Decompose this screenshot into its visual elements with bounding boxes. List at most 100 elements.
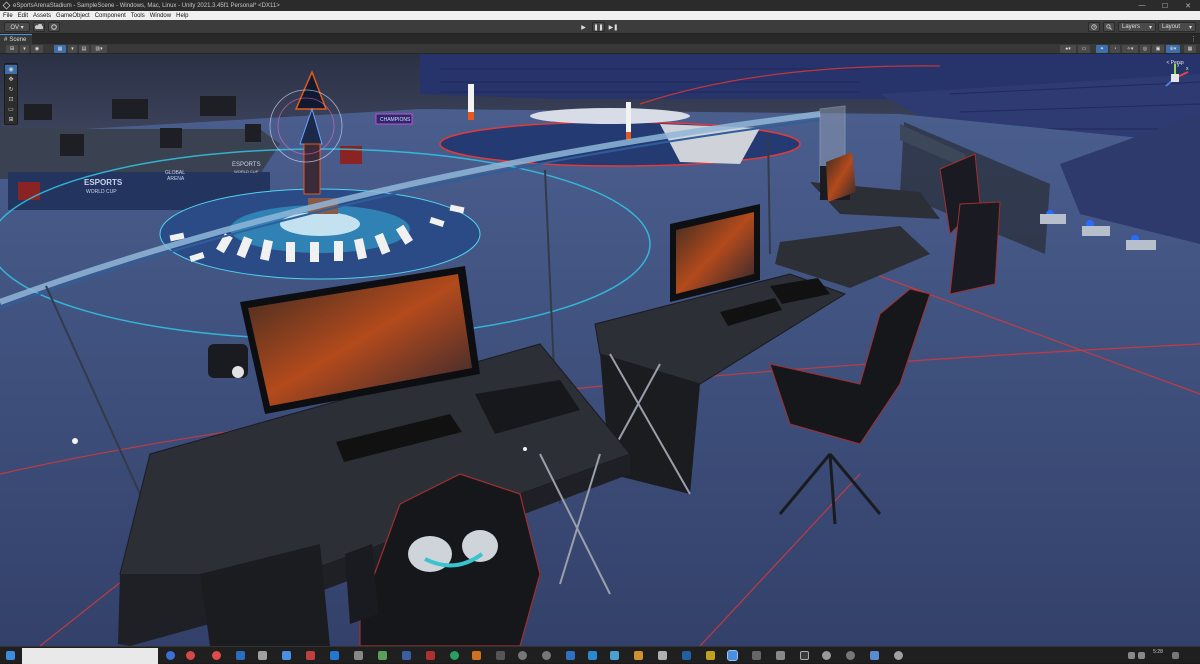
transform-handle-icon[interactable]: ⊞ — [6, 45, 18, 53]
unity-app-icon[interactable] — [727, 650, 738, 661]
orientation-gizmo[interactable]: y x < Persp — [1158, 60, 1192, 104]
menu-edit[interactable]: Edit — [18, 13, 28, 19]
unity-logo-icon — [2, 1, 11, 10]
history-icon[interactable] — [1088, 22, 1100, 32]
play-button[interactable]: ▶ — [577, 22, 590, 32]
network-icon[interactable] — [1128, 652, 1135, 659]
hidden-objects-icon[interactable]: ◎ — [1140, 45, 1150, 53]
scene-toolbar: ⊞ ▾ ◉ ▦ ▾ ▤ ▥▾ ●▾ ▭ ✦ ◔ ✧▾ ◎ ▣ ⊕▾ ▦ — [0, 44, 1200, 54]
pause-button[interactable]: ❚❚ — [592, 22, 605, 32]
app-icon[interactable] — [822, 651, 831, 660]
2d-toggle-icon[interactable]: ▭ — [1078, 45, 1090, 53]
menu-window[interactable]: Window — [150, 13, 171, 19]
scene-options-icon[interactable]: ▦ — [1184, 45, 1196, 53]
menu-bar: File Edit Assets GameObject Component To… — [0, 11, 1200, 20]
more-options-icon[interactable]: ⋮ — [1190, 35, 1197, 43]
banner-right-sub: WORLD CUP — [234, 169, 259, 174]
global-icon[interactable]: ◉ — [31, 45, 43, 53]
app-icon[interactable] — [166, 651, 175, 660]
app-icon[interactable] — [330, 651, 339, 660]
menu-assets[interactable]: Assets — [33, 13, 51, 19]
maximize-button[interactable]: ☐ — [1154, 0, 1176, 11]
app-icon[interactable] — [542, 651, 551, 660]
volume-icon[interactable] — [1138, 652, 1145, 659]
notification-icon[interactable] — [1172, 652, 1179, 659]
collab-icon[interactable] — [48, 22, 60, 32]
app-icon[interactable] — [402, 651, 411, 660]
app-icon[interactable] — [752, 651, 761, 660]
scene-tab-bar: # Scene ⋮ — [0, 34, 1200, 44]
taskbar-search-thumbnail[interactable] — [22, 648, 158, 664]
app-icon[interactable] — [634, 651, 643, 660]
scene-viewport[interactable]: ESPORTS WORLD CUP GLOBAL ARENA ESPORTS W… — [0, 54, 1200, 646]
app-icon[interactable] — [282, 651, 291, 660]
app-icon[interactable] — [496, 651, 505, 660]
view-tool-icon[interactable]: ◉ — [5, 65, 17, 74]
grid-snap-icon[interactable]: ▦ — [54, 45, 66, 53]
increment-snap-icon[interactable]: ▥▾ — [91, 45, 107, 53]
app-icon[interactable] — [894, 651, 903, 660]
rect-tool-icon[interactable]: ▭ — [5, 105, 17, 114]
app-icon[interactable] — [472, 651, 481, 660]
gizmos-icon[interactable]: ⊕▾ — [1166, 45, 1180, 53]
cloud-icon[interactable] — [33, 22, 45, 32]
menu-tools[interactable]: Tools — [131, 13, 145, 19]
app-icon[interactable] — [682, 651, 691, 660]
lighting-icon[interactable]: ✦ — [1096, 45, 1108, 53]
hash-icon: # — [4, 36, 8, 43]
rotate-tool-icon[interactable]: ↻ — [5, 85, 17, 94]
banner-left-title: ESPORTS — [84, 178, 123, 187]
banner-left-sub: WORLD CUP — [86, 189, 117, 195]
close-button[interactable]: ✕ — [1177, 0, 1199, 11]
app-icon[interactable] — [450, 651, 459, 660]
tab-scene[interactable]: # Scene — [0, 34, 33, 44]
app-icon[interactable] — [706, 651, 715, 660]
pivot-icon[interactable]: ▾ — [20, 45, 29, 53]
os-taskbar: 5:28 — [0, 646, 1200, 664]
audio-icon[interactable]: ◔ — [1110, 45, 1120, 53]
app-icon[interactable] — [566, 651, 575, 660]
menu-gameobject[interactable]: GameObject — [56, 13, 90, 19]
scene-render: ESPORTS WORLD CUP GLOBAL ARENA ESPORTS W… — [0, 54, 1200, 646]
layout-dropdown[interactable]: Layout ▾ — [1158, 22, 1196, 32]
camera-icon[interactable]: ▣ — [1152, 45, 1164, 53]
draw-mode-icon[interactable]: ●▾ — [1060, 45, 1076, 53]
app-icon[interactable] — [846, 651, 855, 660]
app-icon[interactable] — [212, 651, 221, 660]
app-icon[interactable] — [186, 651, 195, 660]
gizmo-axis-y: y — [1177, 62, 1180, 68]
gizmo-axis-x: x — [1186, 66, 1189, 72]
banner-right-title: ESPORTS — [232, 162, 261, 168]
start-icon[interactable] — [6, 651, 15, 660]
menu-component[interactable]: Component — [95, 13, 126, 19]
app-icon[interactable] — [426, 651, 435, 660]
move-tool-icon[interactable]: ✥ — [5, 75, 17, 84]
app-icon[interactable] — [610, 651, 619, 660]
grid-dropdown-icon[interactable]: ▾ — [68, 45, 77, 53]
app-icon[interactable] — [776, 651, 785, 660]
app-icon[interactable] — [354, 651, 363, 660]
app-icon[interactable] — [800, 651, 809, 660]
app-icon[interactable] — [258, 651, 267, 660]
taskbar-clock[interactable]: 5:28 — [1148, 649, 1168, 655]
minimize-button[interactable]: — — [1131, 0, 1153, 11]
snap-icon[interactable]: ▤ — [79, 45, 89, 53]
app-icon[interactable] — [870, 651, 879, 660]
app-icon[interactable] — [518, 651, 527, 660]
layers-dropdown[interactable]: Layers ▾ — [1118, 22, 1156, 32]
step-button[interactable]: ▶❚ — [607, 22, 620, 32]
search-icon[interactable] — [1103, 22, 1115, 32]
transform-tool-icon[interactable]: ⊞ — [5, 115, 17, 124]
app-icon[interactable] — [378, 651, 387, 660]
scene-tool-palette: ◉ ✥ ↻ ⊡ ▭ ⊞ — [4, 63, 18, 125]
menu-help[interactable]: Help — [176, 13, 188, 19]
app-icon[interactable] — [658, 651, 667, 660]
effects-icon[interactable]: ✧▾ — [1122, 45, 1138, 53]
app-icon[interactable] — [588, 651, 597, 660]
chevron-down-icon: ▾ — [1148, 24, 1152, 31]
account-button[interactable]: OV ▾ — [4, 22, 30, 32]
scale-tool-icon[interactable]: ⊡ — [5, 95, 17, 104]
app-icon[interactable] — [306, 651, 315, 660]
app-icon[interactable] — [236, 651, 245, 660]
menu-file[interactable]: File — [3, 13, 13, 19]
